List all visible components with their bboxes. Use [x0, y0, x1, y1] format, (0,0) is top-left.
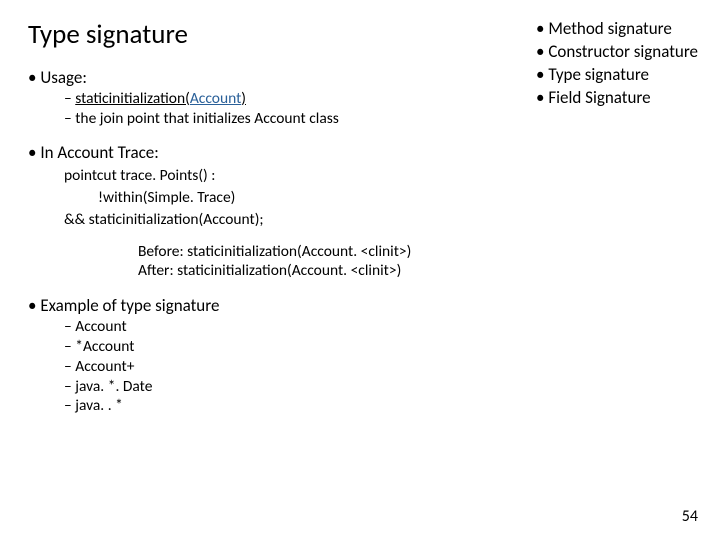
before-line: Before: staticinitialization(Account. <c…	[138, 242, 698, 262]
example-item: Account	[64, 317, 698, 337]
code-line: && staticinitialization(Account);	[64, 210, 698, 230]
account-link[interactable]: Account	[190, 89, 241, 108]
signature-type-list: Method signature Constructor signature T…	[536, 18, 698, 110]
list-item: Constructor signature	[536, 41, 698, 64]
example-item: java. *. Date	[64, 377, 698, 397]
list-item: Type signature	[536, 64, 698, 87]
code-line: !within(Simple. Trace)	[98, 188, 698, 208]
list-item: Field Signature	[536, 87, 698, 110]
list-item: Method signature	[536, 18, 698, 41]
usage-text-pre: staticinitialization(	[75, 89, 190, 108]
page-number: 54	[682, 507, 698, 526]
usage-text-post: )	[241, 89, 246, 108]
code-line: pointcut trace. Points() :	[64, 166, 698, 186]
example-item: *Account	[64, 337, 698, 357]
main-content: Usage: staticinitialization(Account) the…	[28, 67, 698, 416]
trace-heading: In Account Trace:	[28, 142, 698, 164]
usage-sub-item: the join point that initializes Account …	[64, 109, 698, 129]
example-item: java. . *	[64, 396, 698, 416]
after-line: After: staticinitialization(Account. <cl…	[138, 261, 698, 281]
before-after-block: Before: staticinitialization(Account. <c…	[138, 242, 698, 282]
example-heading: Example of type signature	[28, 295, 698, 317]
example-item: Account+	[64, 357, 698, 377]
